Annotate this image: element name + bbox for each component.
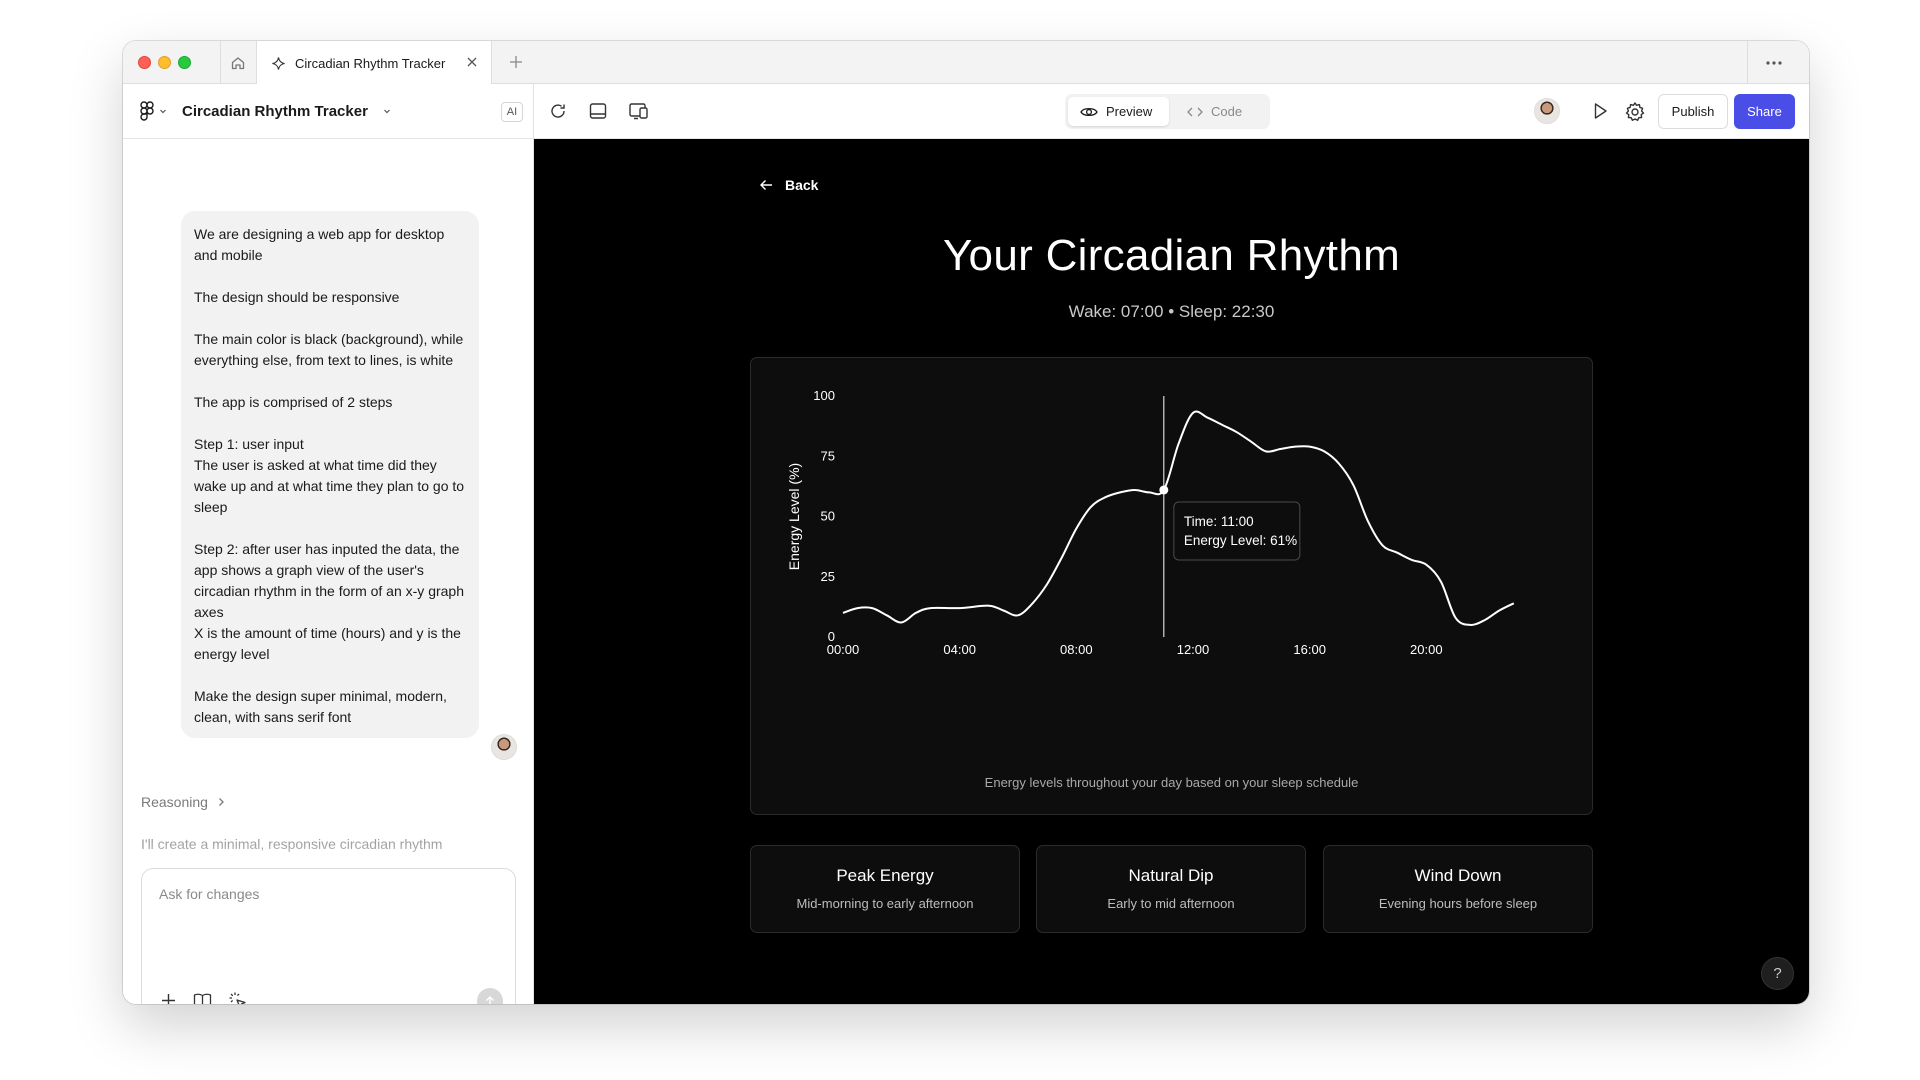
panel-bottom-icon[interactable] (588, 101, 608, 121)
reasoning-label: Reasoning (141, 794, 208, 810)
page-title: Your Circadian Rhythm (942, 231, 1401, 280)
tooltip-energy: Energy Level: 61% (1184, 533, 1297, 548)
arrow-up-icon (486, 996, 494, 1004)
eye-icon (1080, 107, 1098, 116)
select-cursor-icon[interactable] (228, 991, 247, 1004)
chart-tooltip (1173, 501, 1301, 561)
chevron-down-icon[interactable] (158, 106, 168, 116)
maximize-window-button[interactable] (178, 56, 191, 69)
card-description: Mid-morning to early afternoon (796, 896, 974, 911)
message-paragraph: The main color is black (background), wh… (194, 331, 464, 368)
card-title: Peak Energy (836, 866, 934, 885)
send-button[interactable] (477, 988, 503, 1004)
x-tick-label: 20:00 (1410, 642, 1443, 657)
preview-canvas: Back Your Circadian Rhythm Wake: 07:00 •… (534, 139, 1809, 1004)
preview-label: Preview (1106, 104, 1153, 119)
ask-changes-input[interactable] (159, 886, 499, 902)
card-title: Natural Dip (1128, 866, 1214, 885)
card-description: Evening hours before sleep (1378, 896, 1538, 911)
sidebar-header: Circadian Rhythm Tracker AI (123, 84, 533, 139)
back-label: Back (785, 177, 819, 193)
energy-chart-card: 0 25 50 75 100 00:00 04:00 08:00 12:00 16:00 20:00… (750, 357, 1593, 815)
back-button[interactable]: Back (759, 177, 818, 193)
minimize-window-button[interactable] (158, 56, 171, 69)
chat-composer (141, 868, 516, 1004)
y-tick-label: 100 (813, 388, 835, 403)
publish-button[interactable]: Publish (1658, 94, 1728, 129)
figma-logo-icon[interactable] (140, 101, 154, 121)
wind-down-card: Wind Down Evening hours before sleep (1323, 845, 1593, 933)
message-paragraph: Make the design super minimal, modern, c… (194, 688, 447, 725)
card-title: Wind Down (1414, 866, 1502, 885)
chevron-right-icon (218, 798, 224, 806)
sparkle-icon (272, 56, 285, 70)
peak-energy-card: Peak Energy Mid-morning to early afterno… (750, 845, 1020, 933)
x-tick-label: 12:00 (1177, 642, 1210, 657)
close-icon[interactable] (465, 55, 479, 69)
hover-point (1159, 485, 1169, 495)
message-paragraph: Step 2: after user has inputed the data,… (194, 541, 465, 662)
assistant-stream-text: I'll create a minimal, responsive circad… (141, 836, 443, 852)
close-window-button[interactable] (138, 56, 151, 69)
user-avatar (491, 734, 517, 760)
collaborator-avatar[interactable] (1534, 98, 1560, 124)
y-tick-label: 25 (821, 569, 835, 584)
more-horizontal-icon (1765, 60, 1782, 65)
message-paragraph: Step 1: user input The user is asked at … (194, 436, 465, 515)
home-tab[interactable] (220, 41, 255, 84)
tab-circadian[interactable]: Circadian Rhythm Tracker (256, 41, 492, 85)
preview-tab[interactable]: Preview (1068, 97, 1169, 126)
tooltip-time: Time: 11:00 (1184, 514, 1254, 529)
x-tick-label: 00:00 (827, 642, 860, 657)
more-options-button[interactable] (1747, 41, 1799, 84)
tab-title: Circadian Rhythm Tracker (295, 55, 446, 71)
chat-sidebar: Circadian Rhythm Tracker AI We are desig… (123, 84, 534, 1004)
schedule-subtitle: Wake: 07:00 • Sleep: 22:30 (1068, 302, 1275, 321)
code-label: Code (1211, 104, 1243, 119)
y-axis-label: Energy Level (%) (786, 463, 802, 570)
composer-tools (160, 991, 247, 1004)
natural-dip-card: Natural Dip Early to mid afternoon (1036, 845, 1306, 933)
view-mode-switch: Preview Code (1065, 94, 1270, 129)
share-button[interactable]: Share (1734, 94, 1795, 129)
x-tick-label: 08:00 (1060, 642, 1093, 657)
arrow-left-icon (760, 180, 772, 190)
new-tab-icon[interactable] (506, 52, 526, 72)
play-icon[interactable] (1590, 101, 1610, 121)
settings-gear-icon[interactable] (1624, 101, 1646, 123)
help-button[interactable]: ? (1761, 957, 1794, 990)
editor-toolbar: Preview Code Publish Share (534, 84, 1809, 139)
card-description: Early to mid afternoon (1107, 896, 1235, 911)
book-icon[interactable] (193, 992, 212, 1004)
code-icon (1187, 107, 1203, 116)
ai-badge[interactable]: AI (501, 102, 523, 122)
message-paragraph: We are designing a web app for desktop a… (194, 226, 445, 263)
user-message-bubble: We are designing a web app for desktop a… (181, 211, 479, 738)
tab-bar: Circadian Rhythm Tracker (123, 41, 1809, 85)
y-tick-label: 50 (821, 509, 835, 524)
reasoning-toggle[interactable]: Reasoning (141, 794, 226, 810)
chevron-down-icon[interactable] (382, 106, 392, 116)
message-paragraph: The design should be responsive (194, 289, 400, 305)
code-tab[interactable]: Code (1175, 97, 1254, 126)
plus-icon[interactable] (160, 992, 177, 1004)
x-tick-label: 16:00 (1293, 642, 1326, 657)
chart-caption: Energy levels throughout your day based … (984, 775, 1359, 790)
project-title[interactable]: Circadian Rhythm Tracker (182, 103, 368, 120)
message-paragraph: The app is comprised of 2 steps (194, 394, 393, 410)
responsive-layout-icon[interactable] (628, 101, 650, 121)
x-tick-label: 04:00 (943, 642, 976, 657)
energy-chart[interactable]: 025507510000:00 04:00 08:00 12:00 16:00 20:00… (751, 358, 1594, 816)
home-icon (231, 56, 245, 69)
app-window: Circadian Rhythm Tracker Circadian Rhyth… (123, 41, 1809, 1004)
refresh-icon[interactable] (548, 101, 568, 121)
y-tick-label: 75 (821, 448, 835, 463)
